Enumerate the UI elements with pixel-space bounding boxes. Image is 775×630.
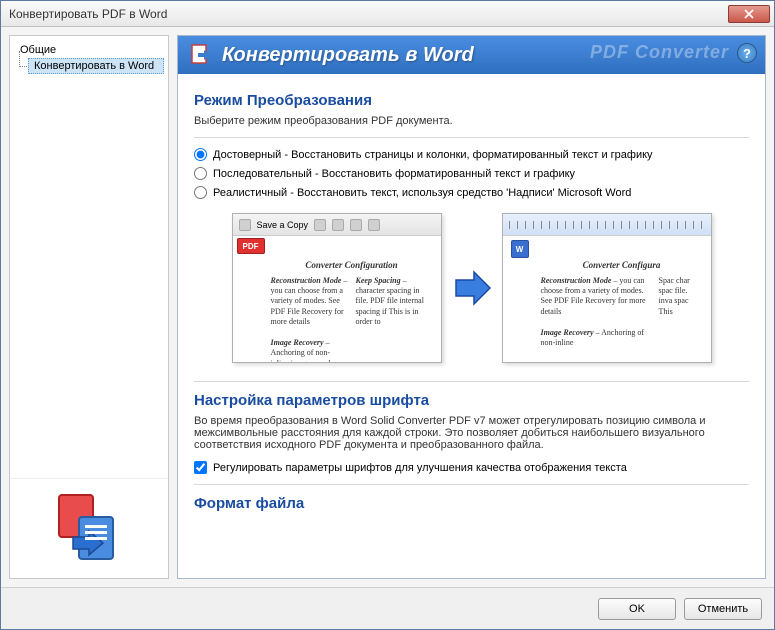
save-icon bbox=[239, 219, 251, 231]
binoculars-icon bbox=[368, 219, 380, 231]
cancel-button[interactable]: Отменить bbox=[684, 598, 762, 620]
titlebar: Конвертировать PDF в Word bbox=[1, 1, 774, 27]
scroll-area[interactable]: Режим Преобразования Выберите режим прео… bbox=[178, 74, 765, 578]
banner: Конвертировать в Word PDF Converter ? bbox=[178, 36, 765, 74]
preview-word: W Converter Configura Reconstruction Mod… bbox=[502, 213, 712, 363]
section-conversion-mode-desc: Выберите режим преобразования PDF докуме… bbox=[194, 115, 749, 127]
nav-tree: Общие Конвертировать в Word bbox=[10, 36, 168, 478]
word-badge: W bbox=[511, 240, 529, 258]
toolbar-save-label: Save a Copy bbox=[257, 220, 309, 230]
preview-pdf-body: Converter Configuration Reconstruction M… bbox=[233, 236, 441, 363]
search-icon bbox=[350, 219, 362, 231]
radio-flowing-label: Последовательный - Восстановить форматир… bbox=[213, 168, 575, 180]
checkbox-font-adjust-label: Регулировать параметры шрифтов для улучш… bbox=[213, 462, 627, 474]
banner-icon bbox=[188, 42, 214, 68]
banner-title: Конвертировать в Word bbox=[222, 44, 474, 67]
preview-pdf: Save a Copy PDF Converter Configuration bbox=[232, 213, 442, 363]
sidebar: Общие Конвертировать в Word bbox=[9, 35, 169, 579]
checkbox-font-adjust[interactable]: Регулировать параметры шрифтов для улучш… bbox=[194, 461, 749, 474]
radio-realistic-label: Реалистичный - Восстановить текст, испол… bbox=[213, 187, 631, 199]
radio-realistic-input[interactable] bbox=[194, 186, 207, 199]
sidebar-illustration bbox=[10, 478, 168, 578]
print-icon bbox=[314, 219, 326, 231]
checkbox-font-adjust-input[interactable] bbox=[194, 461, 207, 474]
dialog-window: Конвертировать PDF в Word Общие Конверти… bbox=[0, 0, 775, 630]
dialog-body: Общие Конвертировать в Word bbox=[1, 27, 774, 587]
section-file-format-heading: Формат файла bbox=[194, 495, 749, 512]
preview-row: Save a Copy PDF Converter Configuration bbox=[194, 213, 749, 363]
arrow-icon bbox=[452, 268, 492, 308]
preview-word-body: Converter Configura Reconstruction Mode … bbox=[503, 236, 711, 354]
sidebar-item-general[interactable]: Общие bbox=[14, 42, 164, 58]
radio-accurate-input[interactable] bbox=[194, 148, 207, 161]
preview-pdf-toolbar: Save a Copy bbox=[233, 214, 441, 236]
preview-word-toolbar bbox=[503, 214, 711, 236]
radio-flowing[interactable]: Последовательный - Восстановить форматир… bbox=[194, 167, 749, 180]
close-button[interactable] bbox=[728, 5, 770, 23]
mail-icon bbox=[332, 219, 344, 231]
section-conversion-mode-heading: Режим Преобразования bbox=[194, 92, 749, 109]
radio-accurate[interactable]: Достоверный - Восстановить страницы и ко… bbox=[194, 148, 749, 161]
help-button[interactable]: ? bbox=[737, 43, 757, 63]
divider bbox=[194, 381, 749, 382]
section-font-desc: Во время преобразования в Word Solid Con… bbox=[194, 415, 749, 451]
window-title: Конвертировать PDF в Word bbox=[9, 7, 728, 21]
section-font-heading: Настройка параметров шрифта bbox=[194, 392, 749, 409]
radio-flowing-input[interactable] bbox=[194, 167, 207, 180]
dialog-footer: OK Отменить bbox=[1, 587, 774, 629]
ok-button[interactable]: OK bbox=[598, 598, 676, 620]
radio-realistic[interactable]: Реалистичный - Восстановить текст, испол… bbox=[194, 186, 749, 199]
radio-accurate-label: Достоверный - Восстановить страницы и ко… bbox=[213, 149, 653, 161]
content-panel: Конвертировать в Word PDF Converter ? Ре… bbox=[177, 35, 766, 579]
banner-brand: PDF Converter bbox=[590, 42, 729, 63]
ruler-icon bbox=[509, 221, 705, 229]
divider bbox=[194, 137, 749, 138]
divider bbox=[194, 484, 749, 485]
sidebar-item-convert-word[interactable]: Конвертировать в Word bbox=[28, 58, 164, 74]
pdf-badge: PDF bbox=[237, 238, 265, 254]
